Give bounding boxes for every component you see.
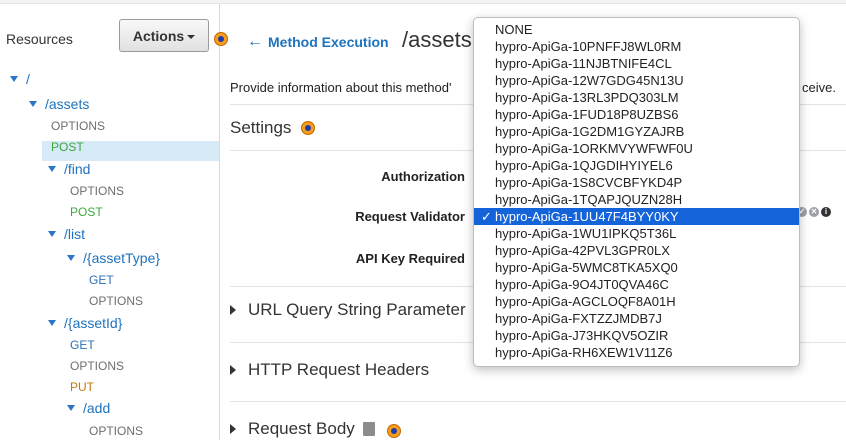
dropdown-option[interactable]: hypro-ApiGa-1TQAPJQUZN28H: [474, 191, 799, 208]
resource-path-title: /assets: [402, 27, 472, 52]
http-request-headers-section[interactable]: HTTP Request Headers: [230, 360, 429, 380]
authorization-label: Authorization: [381, 169, 465, 184]
dropdown-option[interactable]: hypro-ApiGa-1FUD18P8UZBS6: [474, 106, 799, 123]
dropdown-option-label: hypro-ApiGa-1UU47F4BYY0KY: [495, 209, 679, 224]
tree-item-root[interactable]: /: [10, 69, 30, 89]
tree-item-label: /assets: [45, 96, 90, 112]
validator-action-icons: ✓ ✕ i: [797, 207, 831, 217]
tree-method-options[interactable]: OPTIONS: [70, 356, 124, 376]
tree-item-label: POST: [51, 140, 84, 154]
tree-item-label: GET: [70, 338, 95, 352]
back-link-label: Method Execution: [268, 34, 389, 50]
tree-item-label: OPTIONS: [51, 119, 106, 133]
url-query-string-section[interactable]: URL Query String Parameter: [230, 300, 466, 320]
resources-sidebar: Resources Actions / /assets OPTIONS POST…: [0, 4, 228, 440]
dropdown-option[interactable]: NONE: [474, 21, 799, 38]
expand-right-icon: [230, 424, 236, 434]
request-validator-label: Request Validator: [355, 209, 465, 224]
section-title: Request Body: [248, 419, 355, 438]
dropdown-option[interactable]: hypro-ApiGa-AGCLOQF8A01H: [474, 293, 799, 310]
tree-item-label: /{assetId}: [64, 315, 123, 331]
request-body-section[interactable]: Request Body: [230, 419, 375, 439]
dropdown-option[interactable]: hypro-ApiGa-J73HKQV5OZIR: [474, 327, 799, 344]
cancel-icon[interactable]: ✕: [809, 207, 819, 217]
dropdown-option[interactable]: hypro-ApiGa-10PNFFJ8WL0RM: [474, 38, 799, 55]
expand-triangle-icon[interactable]: [48, 166, 56, 172]
tree-method-options[interactable]: OPTIONS: [70, 181, 124, 201]
tree-item-assets[interactable]: /assets: [29, 94, 89, 114]
resources-title: Resources: [6, 31, 73, 47]
tree-item-label: OPTIONS: [70, 184, 125, 198]
tree-item-assettype[interactable]: /{assetType}: [67, 248, 160, 268]
book-icon[interactable]: [362, 422, 375, 436]
expand-triangle-icon[interactable]: [48, 231, 56, 237]
tree-item-label: /: [26, 71, 30, 87]
tree-item-label: PUT: [70, 380, 94, 394]
caret-down-icon: [187, 34, 196, 39]
info-dot-icon[interactable]: [387, 424, 401, 438]
expand-triangle-icon[interactable]: [48, 320, 56, 326]
expand-triangle-icon[interactable]: [10, 76, 18, 82]
checkmark-icon: ✓: [481, 209, 492, 224]
dropdown-option[interactable]: hypro-ApiGa-1S8CVCBFYKD4P: [474, 174, 799, 191]
expand-triangle-icon[interactable]: [67, 255, 75, 261]
dropdown-option[interactable]: hypro-ApiGa-5WMC8TKA5XQ0: [474, 259, 799, 276]
tree-method-get[interactable]: GET: [70, 335, 95, 355]
settings-heading: Settings: [230, 118, 292, 137]
dropdown-option-selected[interactable]: ✓ hypro-ApiGa-1UU47F4BYY0KY: [474, 208, 799, 225]
tree-method-put[interactable]: PUT: [70, 377, 94, 397]
tree-method-options[interactable]: OPTIONS: [89, 291, 143, 311]
tree-method-post-selected[interactable]: POST: [51, 137, 84, 157]
expand-triangle-icon[interactable]: [67, 405, 75, 411]
tree-item-label: /find: [64, 161, 91, 177]
section-title: HTTP Request Headers: [248, 360, 430, 379]
dropdown-option[interactable]: hypro-ApiGa-FXTZZJMDB7J: [474, 310, 799, 327]
expand-triangle-icon[interactable]: [29, 101, 37, 107]
actions-button[interactable]: Actions: [119, 19, 209, 52]
tree-item-add[interactable]: /add: [67, 398, 110, 418]
expand-right-icon: [230, 365, 236, 375]
dropdown-option[interactable]: hypro-ApiGa-1G2DM1GYZAJRB: [474, 123, 799, 140]
dropdown-option[interactable]: hypro-ApiGa-42PVL3GPR0LX: [474, 242, 799, 259]
dropdown-option[interactable]: hypro-ApiGa-13RL3PDQ303LM: [474, 89, 799, 106]
request-validator-dropdown[interactable]: NONE hypro-ApiGa-10PNFFJ8WL0RM hypro-Api…: [473, 17, 800, 367]
tree-item-label: /list: [64, 226, 85, 242]
tree-item-assetid[interactable]: /{assetId}: [48, 313, 122, 333]
tree-item-label: OPTIONS: [70, 359, 125, 373]
tree-method-options[interactable]: OPTIONS: [89, 421, 143, 440]
tree-method-post[interactable]: POST: [70, 202, 103, 222]
tree-item-label: /add: [83, 400, 111, 416]
description-text-end: ceive.: [802, 80, 836, 95]
description-text: Provide information about this method': [230, 80, 452, 95]
tree-item-label: OPTIONS: [89, 424, 144, 438]
dropdown-option[interactable]: hypro-ApiGa-1WU1IPKQ5T36L: [474, 225, 799, 242]
api-key-required-label: API Key Required: [355, 251, 465, 266]
tree-item-label: OPTIONS: [89, 294, 144, 308]
section-title: URL Query String Parameter: [248, 300, 466, 319]
tree-item-label: POST: [70, 205, 103, 219]
dropdown-option[interactable]: hypro-ApiGa-RH6XEW1V11Z6: [474, 344, 799, 361]
tree-item-label: /{assetType}: [83, 250, 161, 266]
dropdown-option[interactable]: hypro-ApiGa-11NJBTNIFE4CL: [474, 55, 799, 72]
dropdown-option[interactable]: hypro-ApiGa-12W7GDG45N13U: [474, 72, 799, 89]
arrow-left-icon: ←: [247, 33, 263, 50]
back-to-method-execution-link[interactable]: ← Method Execution: [247, 33, 389, 51]
dropdown-option[interactable]: hypro-ApiGa-9O4JT0QVA46C: [474, 276, 799, 293]
actions-label: Actions: [132, 27, 185, 44]
tree-item-find[interactable]: /find: [48, 159, 90, 179]
tree-method-get[interactable]: GET: [89, 270, 114, 290]
expand-right-icon: [230, 305, 236, 315]
info-dot-icon[interactable]: [301, 121, 315, 135]
info-icon[interactable]: i: [821, 207, 831, 217]
tree-item-list[interactable]: /list: [48, 224, 85, 244]
tree-method-options[interactable]: OPTIONS: [51, 116, 105, 136]
dropdown-option[interactable]: hypro-ApiGa-1QJGDIHYIYEL6: [474, 157, 799, 174]
divider: [230, 401, 846, 402]
dropdown-option[interactable]: hypro-ApiGa-1ORKMVYWFWF0U: [474, 140, 799, 157]
tree-item-label: GET: [89, 273, 114, 287]
